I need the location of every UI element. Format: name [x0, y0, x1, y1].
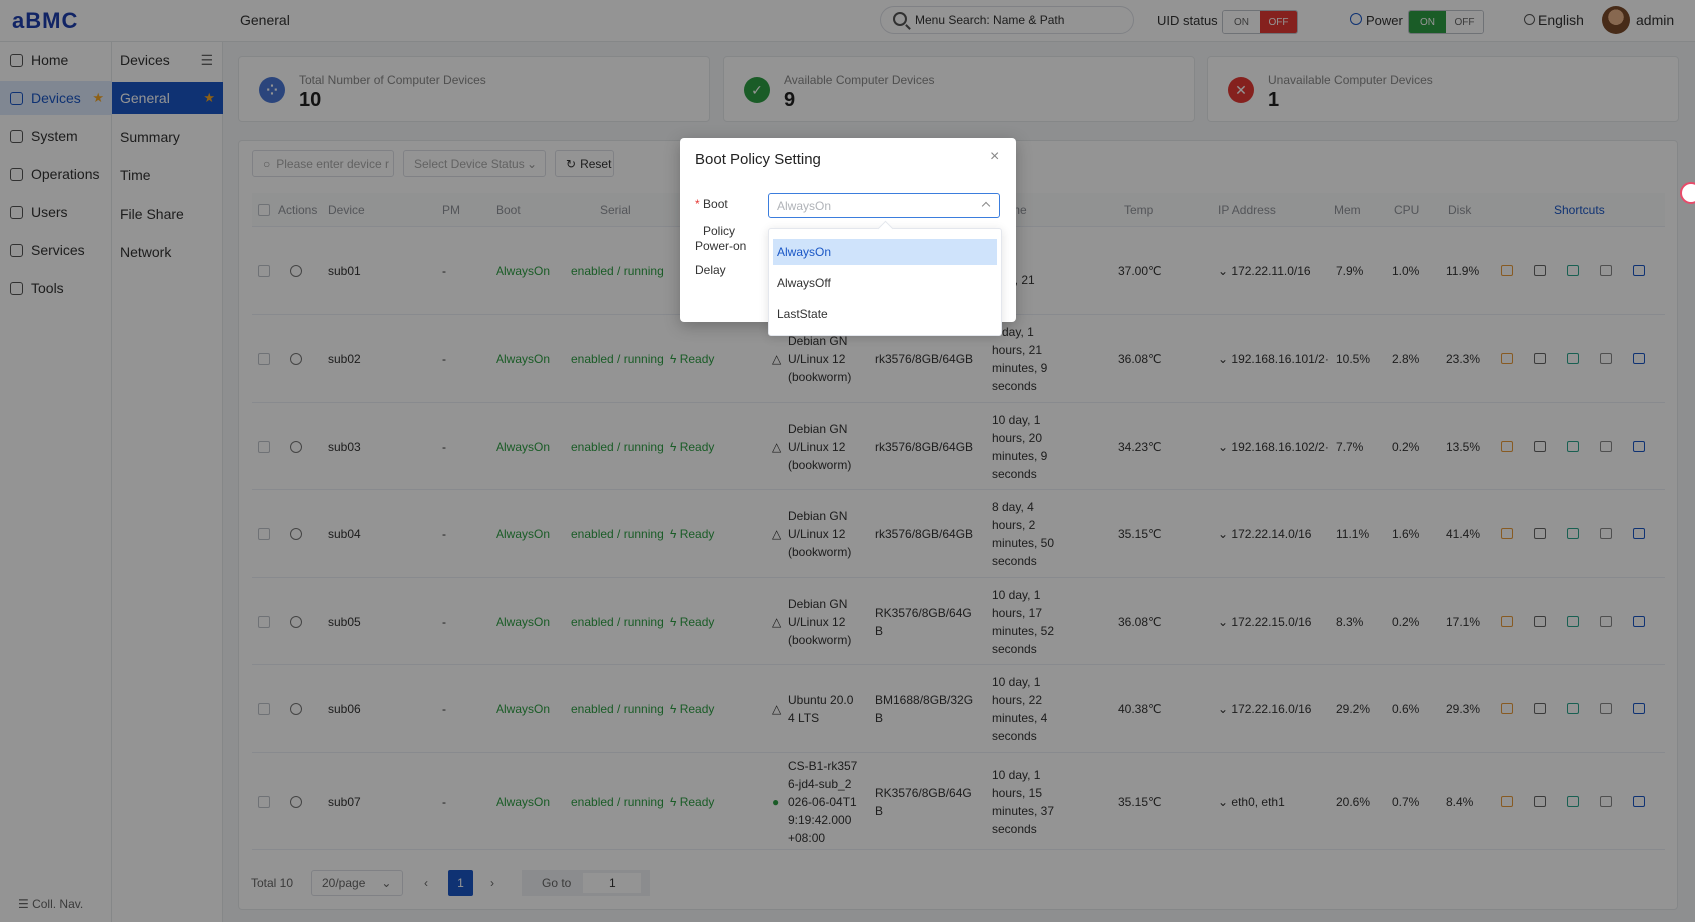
boot-policy-dropdown: AlwaysOn AlwaysOff LastState: [768, 228, 1002, 336]
option-always-on[interactable]: AlwaysOn: [773, 239, 997, 265]
close-icon[interactable]: ×: [990, 148, 999, 166]
chevron-up-icon: [981, 201, 991, 211]
delay-label: Delay: [695, 263, 726, 277]
option-last-state[interactable]: LastState: [773, 301, 997, 327]
dialog-title: Boot Policy Setting: [695, 151, 821, 168]
policy-label: Policy: [703, 224, 736, 238]
assistant-bubble-icon[interactable]: [1680, 182, 1695, 204]
power-on-label: Power-on: [695, 239, 747, 253]
boot-field-label: * Boot: [695, 197, 728, 211]
option-always-off[interactable]: AlwaysOff: [773, 270, 997, 296]
boot-policy-select[interactable]: AlwaysOn: [768, 193, 1000, 218]
